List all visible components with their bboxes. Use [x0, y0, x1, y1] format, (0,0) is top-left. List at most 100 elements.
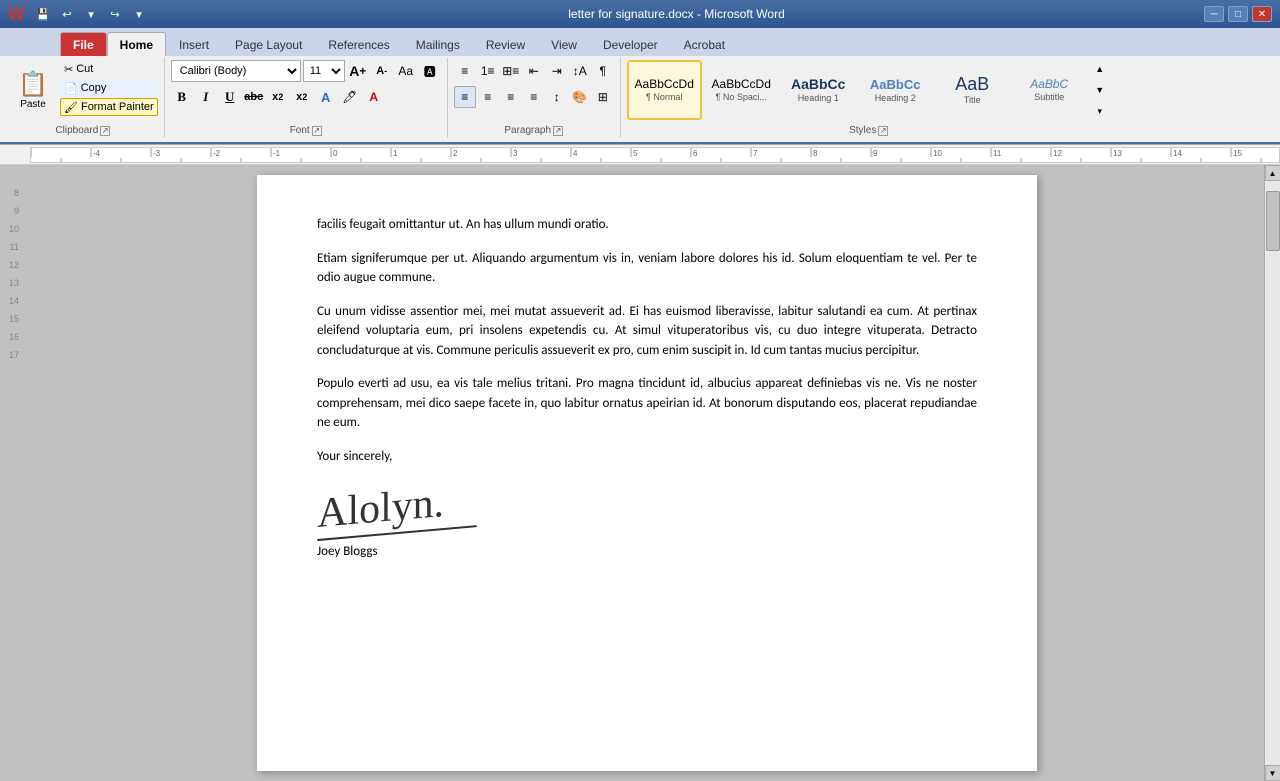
clipboard-small-buttons: ✂ Cut 📄 Copy 🖌 Format Painter	[60, 60, 158, 116]
styles-scroll-up[interactable]: ▲	[1089, 60, 1111, 78]
style-title-preview: AaB	[955, 75, 989, 93]
cut-button[interactable]: ✂ Cut	[60, 60, 158, 78]
paragraph-label: Paragraph ↗	[454, 123, 614, 136]
tab-file[interactable]: File	[60, 32, 107, 56]
scroll-up-button[interactable]: ▲	[1265, 165, 1280, 181]
change-case-button[interactable]: Aa	[395, 60, 417, 82]
style-title-label: Title	[964, 95, 981, 105]
paragraph-expand[interactable]: ↗	[553, 126, 563, 136]
save-button[interactable]: 💾	[33, 4, 53, 24]
tab-developer[interactable]: Developer	[590, 32, 671, 56]
align-left-button[interactable]: ≡	[454, 86, 476, 108]
style-heading1-button[interactable]: AaBbCc Heading 1	[781, 60, 856, 120]
ruler: // rendered via JS below -4-3-2-10123456…	[0, 145, 1280, 165]
align-right-button[interactable]: ≡	[500, 86, 522, 108]
grow-font-button[interactable]: A+	[347, 60, 369, 82]
copy-icon: 📄	[64, 82, 78, 95]
svg-text:13: 13	[1113, 149, 1122, 158]
copy-label: Copy	[81, 82, 107, 94]
font-group: Calibri (Body) 11 12 A+ A- Aa 🅰 B I U ab…	[167, 58, 448, 138]
text-effects-button[interactable]: A	[315, 86, 337, 108]
styles-scroll-controls: ▲ ▼ ▾	[1089, 60, 1111, 120]
style-heading2-button[interactable]: AaBbCc Heading 2	[858, 60, 933, 120]
borders-button[interactable]: ⊞	[592, 86, 614, 108]
shrink-font-button[interactable]: A-	[371, 60, 393, 82]
underline-button[interactable]: U	[219, 86, 241, 108]
style-no-spacing-preview: AaBbCcDd	[712, 78, 771, 90]
customize-quick-access[interactable]: ▾	[129, 4, 149, 24]
paragraph-2-text: Etiam signiferumque per ut. Aliquando ar…	[317, 251, 977, 286]
style-no-spacing-button[interactable]: AaBbCcDd ¶ No Spaci...	[704, 60, 779, 120]
font-color-button[interactable]: A	[363, 86, 385, 108]
style-normal-button[interactable]: AaBbCcDd ¶ Normal	[627, 60, 702, 120]
bullets-button[interactable]: ≡	[454, 60, 476, 82]
font-size-select[interactable]: 11 12	[303, 60, 345, 82]
sort-button[interactable]: ↕A	[569, 60, 591, 82]
subscript-button[interactable]: x2	[267, 86, 289, 108]
undo-button[interactable]: ↩	[57, 4, 77, 24]
shading-button[interactable]: 🎨	[569, 86, 591, 108]
scroll-down-button[interactable]: ▼	[1265, 765, 1280, 781]
svg-text:9: 9	[873, 149, 878, 158]
undo-dropdown[interactable]: ▾	[81, 4, 101, 24]
style-title-button[interactable]: AaB Title	[935, 60, 1010, 120]
numbering-button[interactable]: 1≡	[477, 60, 499, 82]
line-numbers: 8 9 10 11 12 13 14 15 16 17	[9, 169, 21, 369]
cut-icon: ✂	[64, 63, 73, 76]
main-area: 8 9 10 11 12 13 14 15 16 17 facilis feug…	[0, 165, 1280, 781]
redo-button[interactable]: ↪	[105, 4, 125, 24]
clipboard-label: Clipboard ↗	[8, 123, 158, 136]
font-expand[interactable]: ↗	[312, 126, 322, 136]
font-format-row: B I U abc x2 x2 A 🖊 A	[171, 86, 385, 108]
signature-text: Alolyn.	[317, 480, 444, 537]
document-page[interactable]: facilis feugait omittantur ut. An has ul…	[257, 175, 1037, 771]
clear-formatting-button[interactable]: 🅰	[419, 60, 441, 82]
paste-button[interactable]: 📋 Paste	[8, 60, 58, 120]
tab-page-layout[interactable]: Page Layout	[222, 32, 315, 56]
styles-expand[interactable]: ↗	[878, 126, 888, 136]
bold-button[interactable]: B	[171, 86, 193, 108]
svg-text:5: 5	[633, 149, 638, 158]
decrease-indent-button[interactable]: ⇤	[523, 60, 545, 82]
svg-text:3: 3	[513, 149, 518, 158]
tab-home[interactable]: Home	[107, 32, 166, 56]
tab-mailings[interactable]: Mailings	[403, 32, 473, 56]
tab-insert[interactable]: Insert	[166, 32, 222, 56]
strikethrough-button[interactable]: abc	[243, 86, 265, 108]
show-formatting-button[interactable]: ¶	[592, 60, 614, 82]
copy-button[interactable]: 📄 Copy	[60, 79, 158, 97]
maximize-button[interactable]: □	[1228, 6, 1248, 22]
style-subtitle-button[interactable]: AaBbC Subtitle	[1012, 60, 1087, 120]
italic-button[interactable]: I	[195, 86, 217, 108]
text-highlight-button[interactable]: 🖊	[339, 86, 361, 108]
styles-more-button[interactable]: ▾	[1089, 102, 1111, 120]
multilevel-list-button[interactable]: ⊞≡	[500, 60, 522, 82]
word-logo-icon: W	[8, 4, 25, 25]
scroll-track[interactable]	[1265, 181, 1280, 765]
tab-view[interactable]: View	[538, 32, 590, 56]
right-scrollbar: ▲ ▼	[1264, 165, 1280, 781]
superscript-button[interactable]: x2	[291, 86, 313, 108]
svg-text:14: 14	[1173, 149, 1182, 158]
clipboard-expand[interactable]: ↗	[100, 126, 110, 136]
format-painter-button[interactable]: 🖌 Format Painter	[60, 98, 158, 116]
svg-text:15: 15	[1233, 149, 1242, 158]
styles-scroll-down[interactable]: ▼	[1089, 81, 1111, 99]
paragraph-4-text: Populo everti ad usu, ea vis tale melius…	[317, 376, 977, 430]
tab-references[interactable]: References	[315, 32, 402, 56]
minimize-button[interactable]: ─	[1204, 6, 1224, 22]
increase-indent-button[interactable]: ⇥	[546, 60, 568, 82]
tab-acrobat[interactable]: Acrobat	[671, 32, 738, 56]
justify-button[interactable]: ≡	[523, 86, 545, 108]
tab-review[interactable]: Review	[473, 32, 538, 56]
scroll-thumb[interactable]	[1266, 191, 1280, 251]
paste-label: Paste	[20, 99, 46, 110]
ribbon-tab-bar: File Home Insert Page Layout References …	[0, 28, 1280, 56]
page-container: facilis feugait omittantur ut. An has ul…	[30, 165, 1264, 781]
line-spacing-button[interactable]: ↕	[546, 86, 568, 108]
close-button[interactable]: ✕	[1252, 6, 1272, 22]
font-name-select[interactable]: Calibri (Body)	[171, 60, 301, 82]
clipboard-group: 📋 Paste ✂ Cut 📄 Copy 🖌 Format Painter	[4, 58, 165, 138]
paragraph-align-row: ≡ ≡ ≡ ≡ ↕ 🎨 ⊞	[454, 86, 614, 108]
align-center-button[interactable]: ≡	[477, 86, 499, 108]
